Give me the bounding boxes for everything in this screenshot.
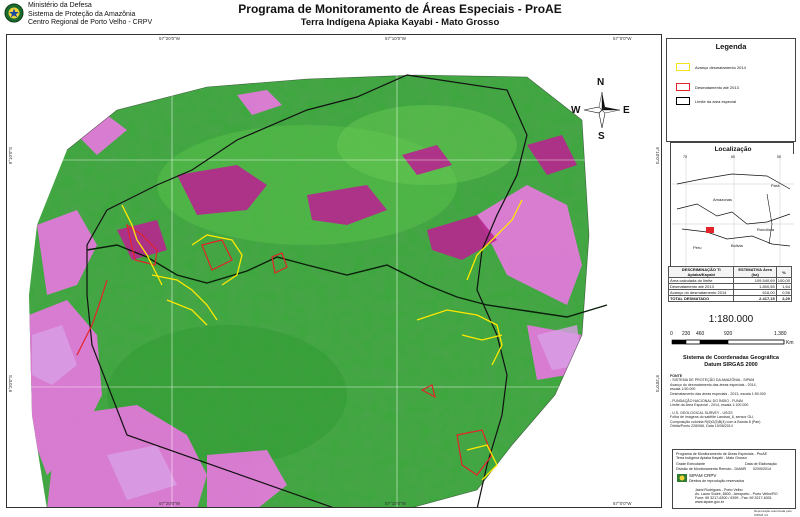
credits-rights: Direitos de reprodução reservados bbox=[689, 479, 745, 483]
scale-tick-0: 0 bbox=[670, 331, 673, 337]
grid-label-bottom-2: 57°10'0"W bbox=[385, 501, 407, 506]
credits-executor-label: Grade Executante bbox=[676, 462, 705, 466]
area-table: DESCRIMINAÇÃO TI Apiaka/Kayabi ESTIMATIV… bbox=[667, 266, 793, 304]
credits-date-value: 02/09/2014 bbox=[753, 467, 771, 471]
location-place-bolivia: Bolivia bbox=[731, 243, 743, 248]
table-cell: TOTAL DESMATADO bbox=[667, 295, 735, 302]
scale-tick-2: 460 bbox=[696, 331, 705, 337]
grid-label-top-1: 57°20'0"W bbox=[159, 36, 181, 41]
crs-line-2: Datum SIRGAS 2000 bbox=[704, 362, 758, 368]
grid-label-bottom-1: 57°20'0"W bbox=[159, 501, 181, 506]
map-side-panel: Legenda Avanço desmatamento 2014 Desmata… bbox=[666, 34, 796, 509]
location-place-para: Pará bbox=[771, 183, 780, 188]
legend-item-deforestation-2013: Desmatamento até 2013 bbox=[676, 82, 739, 92]
coordinate-system: Sistema de Coordenadas Geográfica Datum … bbox=[666, 355, 796, 369]
map-sheet: Ministério da Defesa Sistema de Proteção… bbox=[0, 0, 800, 517]
legend-item-advance-2014: Avanço desmatamento 2014 bbox=[676, 62, 746, 72]
scale-unit: Km bbox=[786, 340, 794, 346]
table-cell: 100,00 bbox=[775, 277, 793, 284]
table-header-cell: ESTIMATIVA Área (ha) bbox=[733, 266, 777, 278]
grid-label-left-2: 9°20'0"S bbox=[8, 375, 13, 393]
table-header-cell: % bbox=[775, 266, 793, 278]
legend-swatch-black bbox=[676, 97, 690, 105]
location-title: Localização bbox=[714, 146, 752, 153]
grid-label-top-3: 57°0'0"W bbox=[613, 36, 632, 41]
sources-block: FONTE - SISTEMA DE PROTEÇÃO DA AMAZÔNIA … bbox=[670, 374, 796, 428]
grid-label-top-2: 57°10'0"W bbox=[385, 36, 407, 41]
credits-org: SIPAM CRPV bbox=[689, 473, 717, 478]
location-inset-map bbox=[672, 154, 794, 272]
compass-east: E bbox=[623, 105, 630, 116]
location-tick-3: 50 bbox=[777, 155, 781, 159]
scale-tick-1: 230 bbox=[682, 331, 691, 337]
compass-south: S bbox=[598, 131, 605, 142]
scale-ratio: 1:180.000 bbox=[708, 314, 754, 325]
compass-north: N bbox=[597, 77, 605, 88]
location-place-rondonia: Rondônia bbox=[757, 227, 775, 232]
table-total-row: TOTAL DESMATADO 2.417,15 2,20 bbox=[667, 295, 793, 302]
legend-swatch-yellow bbox=[676, 63, 690, 71]
scale-tick-4: 1.380 bbox=[774, 331, 787, 337]
legend-label: Limite da área especial bbox=[695, 98, 737, 104]
crs-line-1: Sistema de Coordenadas Geográfica bbox=[683, 355, 779, 361]
compass-west: W bbox=[571, 105, 581, 116]
location-inset: Localização 70 60 50 Amazonas Pará Boliv… bbox=[670, 142, 794, 272]
legend-swatch-red bbox=[676, 83, 690, 91]
footer-note: Reprodução autorizada pelo SIPAM 4.0 bbox=[754, 509, 792, 517]
legend-label: Avanço desmatamento 2014 bbox=[695, 64, 746, 70]
legend-title: Legenda bbox=[715, 42, 747, 51]
scale-tick-3: 920 bbox=[724, 331, 733, 337]
compass-rose-icon bbox=[583, 91, 621, 129]
sipam-logo-icon bbox=[677, 474, 687, 482]
credits-executor-value: Divisão de Monitoramento Remoto - DIAMR bbox=[676, 467, 747, 471]
credits-box: Programa de Monitoramento de Áreas Espec… bbox=[672, 449, 796, 509]
credits-address-4: www.sipam.gov.br bbox=[695, 500, 724, 504]
table-cell: Avanço do desmatamento 2014 bbox=[667, 289, 735, 296]
map-subtitle: Terra Indígena Apiaka Kayabi - Mato Gros… bbox=[300, 17, 500, 28]
location-place-amazonas: Amazonas bbox=[713, 197, 732, 202]
legend-item-boundary: Limite da área especial bbox=[676, 96, 736, 106]
grid-label-bottom-3: 57°0'0"W bbox=[613, 501, 632, 506]
source-line: Órbita/Ponto 228/066, Data 15/08/2014 bbox=[670, 424, 733, 429]
satellite-map-canvas bbox=[7, 35, 661, 507]
table-header-row: DESCRIMINAÇÃO TI Apiaka/Kayabi ESTIMATIV… bbox=[667, 266, 793, 278]
grid-label-right-2: 9°20'0"S bbox=[655, 375, 660, 393]
credits-line-2: Terra Indígena Apiaka Kayabi - Mato Gros… bbox=[676, 456, 747, 460]
location-tick-2: 60 bbox=[731, 155, 735, 159]
grid-label-right-1: 9°10'0"S bbox=[655, 147, 660, 165]
table-header-cell: DESCRIMINAÇÃO TI Apiaka/Kayabi bbox=[667, 266, 735, 278]
grid-label-left-1: 9°10'0"S bbox=[8, 147, 13, 165]
legend-label: Desmatamento até 2013 bbox=[695, 84, 739, 90]
map-title: Programa de Monitoramento de Áreas Espec… bbox=[238, 2, 562, 16]
satellite-map[interactable]: N S E W 57°20'0"W 57°10'0"W 57°0'0"W 57°… bbox=[6, 34, 662, 508]
credits-date-label: Data de Elaboração bbox=[745, 462, 777, 466]
location-place-peru: Peru bbox=[693, 245, 702, 250]
table-cell: 2,20 bbox=[775, 295, 793, 302]
table-cell: 2.417,15 bbox=[733, 295, 777, 302]
location-tick-1: 70 bbox=[683, 155, 687, 159]
